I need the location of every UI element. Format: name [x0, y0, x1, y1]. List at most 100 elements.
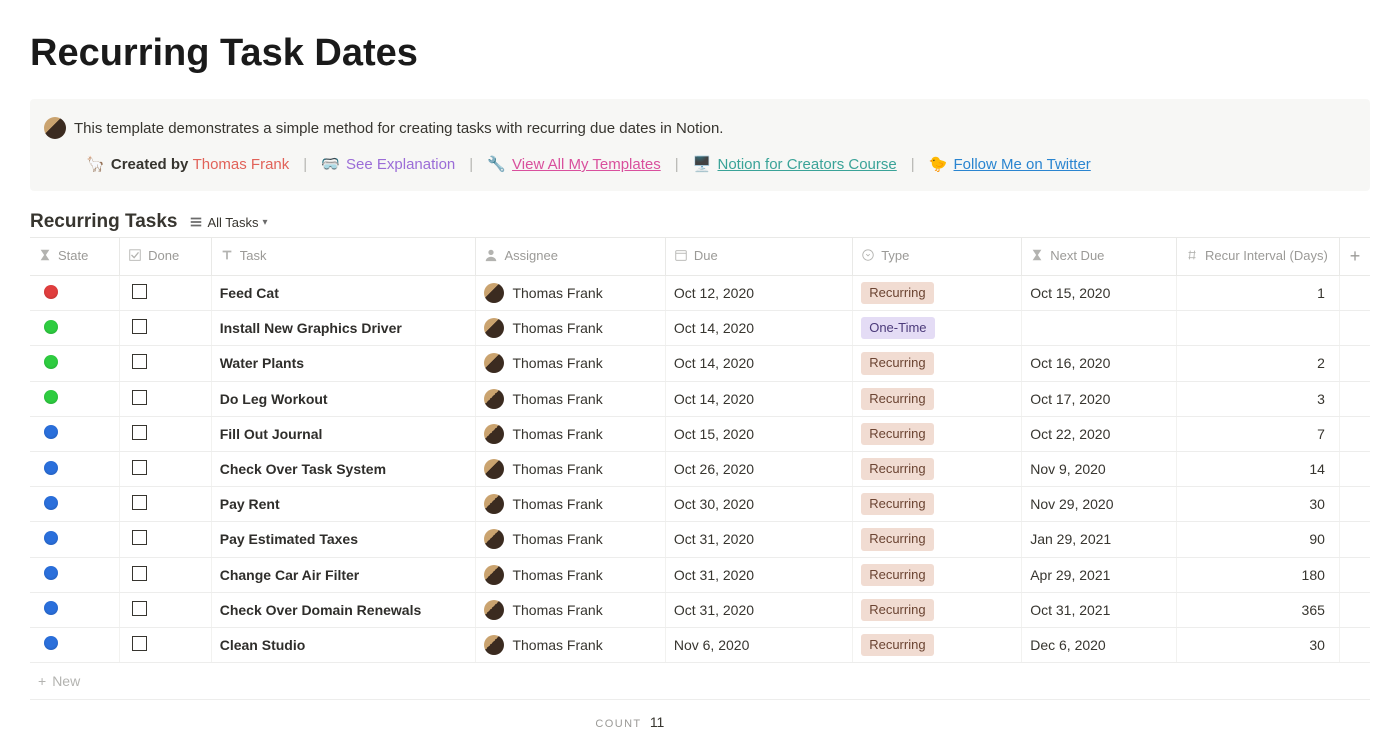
database-title: Recurring Tasks: [30, 211, 177, 233]
due-date: Oct 14, 2020: [674, 391, 754, 407]
new-label: New: [52, 673, 80, 689]
type-tag: Recurring: [861, 423, 933, 445]
avatar: [484, 600, 504, 620]
task-name: Change Car Air Filter: [220, 567, 360, 583]
avatar: [484, 494, 504, 514]
done-checkbox[interactable]: [132, 354, 147, 369]
task-name: Install New Graphics Driver: [220, 320, 402, 336]
state-dot: [44, 636, 58, 650]
table-row[interactable]: Check Over Domain RenewalsThomas FrankOc…: [30, 592, 1370, 627]
formula-icon: [38, 248, 52, 262]
task-name: Check Over Domain Renewals: [220, 602, 422, 618]
due-date: Oct 26, 2020: [674, 461, 754, 477]
col-task[interactable]: Task: [211, 238, 476, 276]
type-tag: Recurring: [861, 528, 933, 550]
type-tag: Recurring: [861, 634, 933, 656]
col-type[interactable]: Type: [853, 238, 1022, 276]
plus-icon: +: [38, 673, 46, 689]
next-due: Oct 17, 2020: [1030, 391, 1110, 407]
bird-icon: 🐤: [929, 156, 948, 173]
done-checkbox[interactable]: [132, 425, 147, 440]
assignee-cell[interactable]: Thomas Frank: [484, 635, 656, 655]
state-dot: [44, 355, 58, 369]
type-tag: One-Time: [861, 317, 934, 339]
page-title: Recurring Task Dates: [30, 32, 1370, 75]
done-checkbox[interactable]: [132, 319, 147, 334]
table-row[interactable]: Pay RentThomas FrankOct 30, 2020Recurrin…: [30, 487, 1370, 522]
assignee-cell[interactable]: Thomas Frank: [484, 424, 656, 444]
table-row[interactable]: Clean StudioThomas FrankNov 6, 2020Recur…: [30, 627, 1370, 662]
state-dot: [44, 461, 58, 475]
assignee-name: Thomas Frank: [512, 602, 602, 618]
done-checkbox[interactable]: [132, 495, 147, 510]
table-row[interactable]: Do Leg WorkoutThomas FrankOct 14, 2020Re…: [30, 381, 1370, 416]
avatar: [484, 389, 504, 409]
avatar: [484, 353, 504, 373]
templates-link[interactable]: View All My Templates: [512, 156, 661, 173]
col-recur[interactable]: Recur Interval (Days): [1176, 238, 1339, 276]
author-link[interactable]: Thomas Frank: [193, 156, 290, 173]
recur-interval: 180: [1302, 567, 1325, 583]
col-done[interactable]: Done: [120, 238, 212, 276]
table-icon: [189, 215, 203, 229]
done-checkbox[interactable]: [132, 566, 147, 581]
assignee-cell[interactable]: Thomas Frank: [484, 459, 656, 479]
done-checkbox[interactable]: [132, 284, 147, 299]
done-checkbox[interactable]: [132, 601, 147, 616]
col-state[interactable]: State: [30, 238, 120, 276]
col-next-due[interactable]: Next Due: [1022, 238, 1177, 276]
assignee-name: Thomas Frank: [512, 461, 602, 477]
due-date: Oct 14, 2020: [674, 320, 754, 336]
next-due: Oct 22, 2020: [1030, 426, 1110, 442]
done-checkbox[interactable]: [132, 390, 147, 405]
due-date: Oct 31, 2020: [674, 567, 754, 583]
assignee-cell[interactable]: Thomas Frank: [484, 318, 656, 338]
state-dot: [44, 496, 58, 510]
assignee-name: Thomas Frank: [512, 285, 602, 301]
table-row[interactable]: Install New Graphics Driver Thomas Frank O…: [30, 311, 1370, 346]
done-checkbox[interactable]: [132, 460, 147, 475]
add-column[interactable]: +: [1339, 238, 1370, 276]
table-row[interactable]: Fill Out JournalThomas FrankOct 15, 2020…: [30, 416, 1370, 451]
course-link[interactable]: Notion for Creators Course: [718, 156, 897, 173]
done-checkbox[interactable]: [132, 530, 147, 545]
assignee-cell[interactable]: Thomas Frank: [484, 565, 656, 585]
view-selector[interactable]: All Tasks ▾: [189, 215, 267, 230]
recur-interval: 14: [1309, 461, 1325, 477]
created-by-label: Created by: [111, 156, 189, 173]
assignee-cell[interactable]: Thomas Frank: [484, 389, 656, 409]
table-row[interactable]: Check Over Task SystemThomas FrankOct 26…: [30, 451, 1370, 486]
twitter-link[interactable]: Follow Me on Twitter: [954, 156, 1091, 173]
new-row[interactable]: + New: [30, 663, 1370, 700]
assignee-name: Thomas Frank: [512, 391, 602, 407]
due-date: Nov 6, 2020: [674, 637, 750, 653]
due-date: Oct 31, 2020: [674, 531, 754, 547]
explanation-link[interactable]: See Explanation: [346, 156, 455, 173]
task-name: Water Plants: [220, 355, 304, 371]
assignee-cell[interactable]: Thomas Frank: [484, 353, 656, 373]
next-due: Nov 29, 2020: [1030, 496, 1113, 512]
table-row[interactable]: Pay Estimated TaxesThomas FrankOct 31, 2…: [30, 522, 1370, 557]
assignee-cell[interactable]: Thomas Frank: [484, 283, 656, 303]
table-row[interactable]: Change Car Air Filter Thomas Frank Oct 31,…: [30, 557, 1370, 592]
type-tag: Recurring: [861, 493, 933, 515]
next-due: Oct 16, 2020: [1030, 355, 1110, 371]
separator: |: [911, 156, 915, 173]
wrench-icon: 🔧: [487, 156, 506, 173]
assignee-name: Thomas Frank: [512, 355, 602, 371]
assignee-name: Thomas Frank: [512, 496, 602, 512]
table-row[interactable]: Feed CatThomas FrankOct 12, 2020Recurrin…: [30, 276, 1370, 311]
glasses-icon: 🥽: [321, 156, 340, 173]
type-tag: Recurring: [861, 352, 933, 374]
table-row[interactable]: Water PlantsThomas FrankOct 14, 2020Recu…: [30, 346, 1370, 381]
assignee-cell[interactable]: Thomas Frank: [484, 600, 656, 620]
assignee-cell[interactable]: Thomas Frank: [484, 494, 656, 514]
col-due[interactable]: Due: [665, 238, 852, 276]
count-label: Count: [595, 718, 641, 730]
avatar: [484, 529, 504, 549]
assignee-cell[interactable]: Thomas Frank: [484, 529, 656, 549]
col-assignee[interactable]: Assignee: [476, 238, 665, 276]
view-name: All Tasks: [207, 215, 258, 230]
recur-interval: 2: [1317, 355, 1325, 371]
done-checkbox[interactable]: [132, 636, 147, 651]
